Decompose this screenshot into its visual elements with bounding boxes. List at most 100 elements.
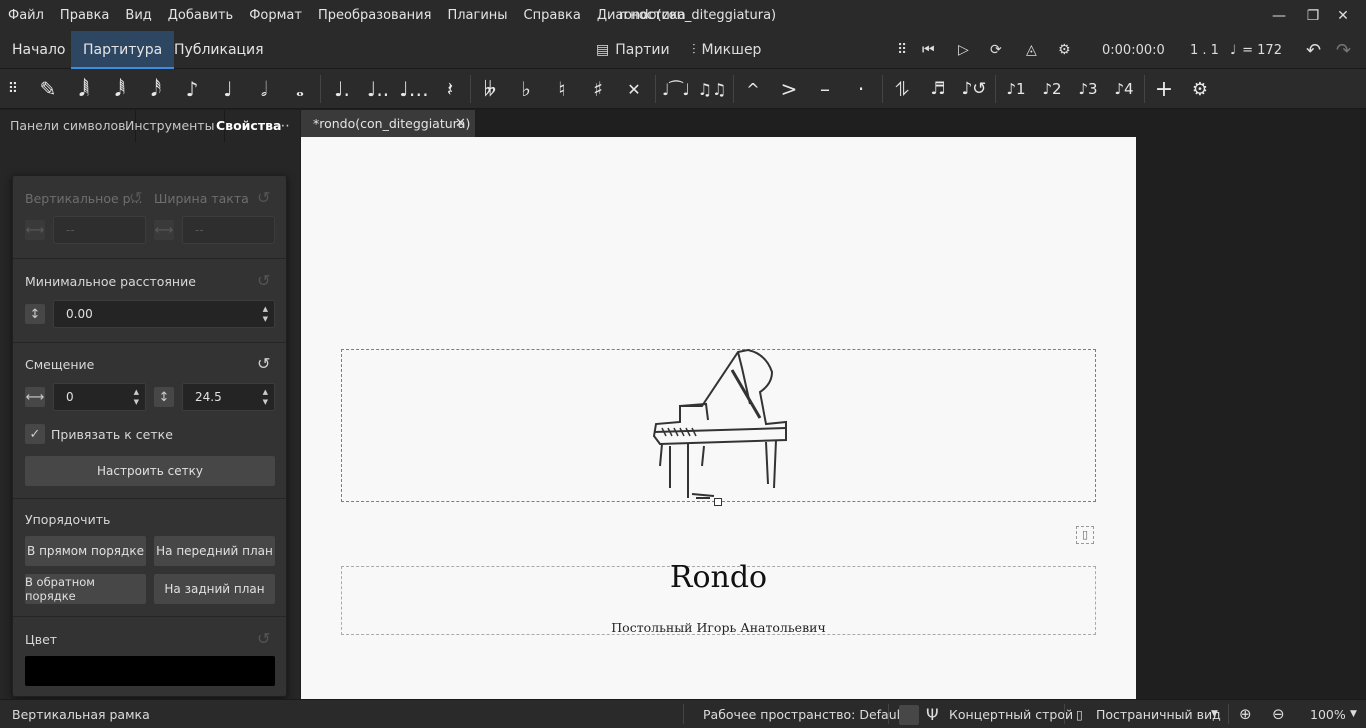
- spinner-arrows-icon[interactable]: ▲ ▼: [134, 387, 139, 407]
- min-distance-input[interactable]: 0.00 ▲ ▼: [53, 300, 275, 328]
- note-32nd-icon[interactable]: 𝅘𝅥𝅱: [102, 69, 138, 109]
- tenuto-icon[interactable]: –: [807, 69, 843, 109]
- add-icon[interactable]: +: [1146, 69, 1182, 109]
- note-input-toolbar: ⠿ ✎ 𝅘𝅥𝅲 𝅘𝅥𝅱 𝅘𝅥𝅰 ♪ ♩ 𝅗𝅥 𝅝 ♩. ♩.. ♩… 𝄽 𝄫 ♭…: [0, 69, 1366, 109]
- note-eighth-icon[interactable]: ♪: [174, 69, 210, 109]
- menu-plugins[interactable]: Плагины: [439, 0, 515, 31]
- tab-publish[interactable]: Публикация: [162, 31, 276, 69]
- tempo-display: ♩ = 172: [1230, 31, 1282, 69]
- concert-pitch-label[interactable]: Концертный строй: [949, 700, 1073, 728]
- color-swatch[interactable]: [25, 656, 275, 686]
- parts-label: Партии: [615, 42, 670, 58]
- snap-checkbox[interactable]: ✓: [25, 424, 45, 444]
- menu-edit[interactable]: Правка: [52, 0, 117, 31]
- rest-icon[interactable]: 𝄽: [432, 69, 468, 109]
- triple-dot-icon[interactable]: ♩…: [396, 69, 432, 109]
- workspace-selector[interactable]: Рабочее пространство: Default: [703, 700, 905, 728]
- tab-score[interactable]: Партитура: [71, 31, 175, 69]
- toolbar-settings-icon[interactable]: ⚙: [1182, 69, 1218, 109]
- backward-button[interactable]: В обратном порядке: [25, 574, 146, 604]
- redo-icon[interactable]: ↷: [1336, 31, 1351, 69]
- flip-direction-icon[interactable]: ⥮: [884, 69, 920, 109]
- close-icon[interactable]: ✕: [1320, 0, 1366, 31]
- voice-1-button[interactable]: ♪ 1: [998, 69, 1034, 109]
- zoom-out-icon[interactable]: ⊖: [1272, 700, 1285, 728]
- spinner-arrows-icon[interactable]: ▲ ▼: [263, 387, 268, 407]
- note-input-pen-icon[interactable]: ✎: [30, 69, 66, 109]
- menu-help[interactable]: Справка: [516, 0, 589, 31]
- natural-icon[interactable]: ♮: [544, 69, 580, 109]
- bring-to-front-button[interactable]: На передний план: [154, 536, 275, 566]
- accent-icon[interactable]: >: [771, 69, 807, 109]
- reset-icon[interactable]: ↺: [257, 271, 270, 290]
- metronome-icon[interactable]: ◬: [1026, 31, 1037, 69]
- horizontal-arrows-icon: ⟷: [25, 387, 45, 407]
- page-layout-icon[interactable]: ▯: [1076, 526, 1094, 544]
- menu-format[interactable]: Формат: [241, 0, 310, 31]
- spinner-arrows-icon[interactable]: ▲ ▼: [263, 304, 268, 324]
- mixer-button[interactable]: ⫶ Микшер: [692, 31, 761, 69]
- note-16th-icon[interactable]: 𝅘𝅥𝅰: [138, 69, 174, 109]
- drag-handle-icon[interactable]: ⠿: [0, 69, 26, 109]
- musescore-window: Файл Правка Вид Добавить Формат Преобраз…: [0, 0, 1366, 728]
- voice-4-button[interactable]: ♪ 4: [1106, 69, 1142, 109]
- double-flat-icon[interactable]: 𝄫: [472, 69, 508, 109]
- flat-icon[interactable]: ♭: [508, 69, 544, 109]
- playback-settings-icon[interactable]: ⚙: [1058, 31, 1071, 69]
- double-dot-icon[interactable]: ♩..: [360, 69, 396, 109]
- color-label: Цвет: [25, 632, 58, 647]
- measure-width-input[interactable]: --: [182, 216, 275, 244]
- forward-button[interactable]: В прямом порядке: [25, 536, 146, 566]
- marcato-icon[interactable]: ^: [735, 69, 771, 109]
- reset-icon[interactable]: ↺: [257, 188, 270, 207]
- offset-x-input[interactable]: 0 ▲ ▼: [53, 383, 146, 411]
- chevron-down-icon[interactable]: ▼: [1350, 700, 1357, 728]
- menu-view[interactable]: Вид: [117, 0, 159, 31]
- close-tab-icon[interactable]: ✕: [455, 110, 466, 137]
- note-half-icon[interactable]: 𝅗𝅥: [246, 69, 282, 109]
- more-options-icon[interactable]: ⋯: [276, 110, 290, 142]
- offset-y-input[interactable]: 24.5 ▲ ▼: [182, 383, 275, 411]
- note-whole-icon[interactable]: 𝅝: [282, 69, 318, 109]
- note-quarter-icon[interactable]: ♩: [210, 69, 246, 109]
- score-title[interactable]: Rondo: [341, 560, 1096, 595]
- frame-resize-handle[interactable]: [714, 498, 722, 506]
- reset-icon[interactable]: ↺: [257, 629, 270, 648]
- toolbar-separator: [320, 75, 321, 103]
- sharp-icon[interactable]: ♯: [580, 69, 616, 109]
- vertical-gap-input[interactable]: --: [53, 216, 146, 244]
- loop-icon[interactable]: ⟳: [990, 31, 1002, 69]
- send-to-back-button[interactable]: На задний план: [154, 574, 275, 604]
- tuplet-icon[interactable]: ♬: [920, 69, 956, 109]
- menu-add[interactable]: Добавить: [160, 0, 241, 31]
- menu-file[interactable]: Файл: [0, 0, 52, 31]
- concert-pitch-checkbox[interactable]: [899, 705, 919, 725]
- reset-icon[interactable]: ↺: [257, 354, 270, 373]
- menu-tools[interactable]: Преобразования: [310, 0, 439, 31]
- voice-2-button[interactable]: ♪ 2: [1034, 69, 1070, 109]
- configure-grid-button[interactable]: Настроить сетку: [25, 456, 275, 486]
- play-icon[interactable]: ▷: [958, 31, 969, 69]
- document-tab[interactable]: *rondo(con_diteggiatura) ✕: [301, 110, 475, 137]
- zoom-level[interactable]: 100%: [1310, 700, 1346, 728]
- voice-swap-icon[interactable]: ♪↺: [956, 69, 992, 109]
- dot-icon[interactable]: ♩.: [324, 69, 360, 109]
- view-mode-selector[interactable]: Постраничный вид: [1096, 700, 1221, 728]
- tie-icon[interactable]: ♩⁀♩: [658, 69, 694, 109]
- mixer-label: Микшер: [701, 42, 762, 58]
- chevron-down-icon[interactable]: ▼: [1211, 700, 1218, 728]
- rewind-icon[interactable]: ⏮: [922, 31, 935, 69]
- staccato-icon[interactable]: ·: [843, 69, 879, 109]
- undo-icon[interactable]: ↶: [1306, 31, 1321, 69]
- score-composer[interactable]: Постольный Игорь Анатольевич: [341, 620, 1096, 635]
- reset-icon[interactable]: ↺: [129, 188, 142, 207]
- voice-3-button[interactable]: ♪ 3: [1070, 69, 1106, 109]
- zoom-in-icon[interactable]: ⊕: [1239, 700, 1252, 728]
- tab-home[interactable]: Начало: [0, 31, 77, 69]
- drag-handle-icon[interactable]: ⠿: [897, 31, 907, 69]
- parts-button[interactable]: ▤ Партии: [596, 31, 670, 69]
- slur-icon[interactable]: ♫♫: [694, 69, 730, 109]
- double-sharp-icon[interactable]: ✕: [616, 69, 652, 109]
- tuning-fork-icon: Ψ: [926, 705, 939, 724]
- note-64th-icon[interactable]: 𝅘𝅥𝅲: [66, 69, 102, 109]
